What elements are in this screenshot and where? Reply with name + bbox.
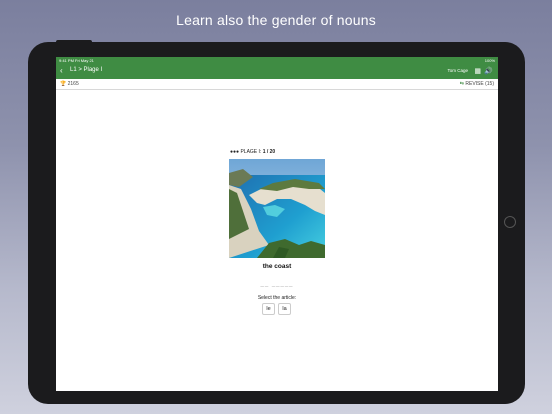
- lesson-progress: ●●● PLAGE I: 1 / 20: [230, 149, 275, 155]
- status-time: 9:41 PM Fri May 21: [59, 58, 94, 63]
- revise-icon: ⇆: [459, 81, 464, 87]
- promo-headline: Learn also the gender of nouns: [176, 12, 376, 28]
- score-bar: 🏆 2165 ⇆ REVISE (15): [56, 79, 498, 90]
- trophy-icon: 🏆: [60, 81, 67, 87]
- article-prompt: Select the article:: [257, 295, 297, 301]
- choice-la-button[interactable]: la: [278, 303, 291, 315]
- home-button[interactable]: [504, 216, 516, 228]
- app-screen: 9:41 PM Fri May 21 100% ‹ L1 > Plage I T…: [56, 57, 498, 391]
- speaker-icon[interactable]: 🔊: [484, 67, 493, 75]
- grid-icon[interactable]: ▦: [474, 67, 481, 75]
- nav-bar: ‹ L1 > Plage I Tom Cage ▦ 🔊: [56, 64, 498, 79]
- tablet-frame: 9:41 PM Fri May 21 100% ‹ L1 > Plage I T…: [28, 40, 525, 404]
- revise-button[interactable]: ⇆ REVISE (15): [460, 81, 494, 87]
- score-value: 2165: [67, 81, 79, 87]
- revise-label: REVISE (15): [465, 81, 494, 87]
- answer-blank: __ _____: [260, 281, 294, 287]
- score: 🏆 2165: [60, 81, 79, 87]
- breadcrumb[interactable]: L1 > Plage I: [70, 67, 102, 73]
- word-label: the coast: [262, 263, 292, 270]
- user-name[interactable]: Tom Cage: [447, 68, 468, 73]
- word-photo: [229, 159, 325, 258]
- status-bar: 9:41 PM Fri May 21 100%: [56, 57, 498, 64]
- coast-image: [229, 159, 325, 258]
- lesson-count: 1 / 20: [262, 149, 276, 155]
- chevron-left-icon[interactable]: ‹: [60, 66, 63, 75]
- lesson-dots-icon: ●●●: [230, 149, 240, 155]
- status-battery: 100%: [484, 58, 495, 63]
- choice-le-button[interactable]: le: [262, 303, 275, 315]
- lesson-label: PLAGE I:: [240, 149, 263, 155]
- tablet-camera-bump: [56, 40, 92, 44]
